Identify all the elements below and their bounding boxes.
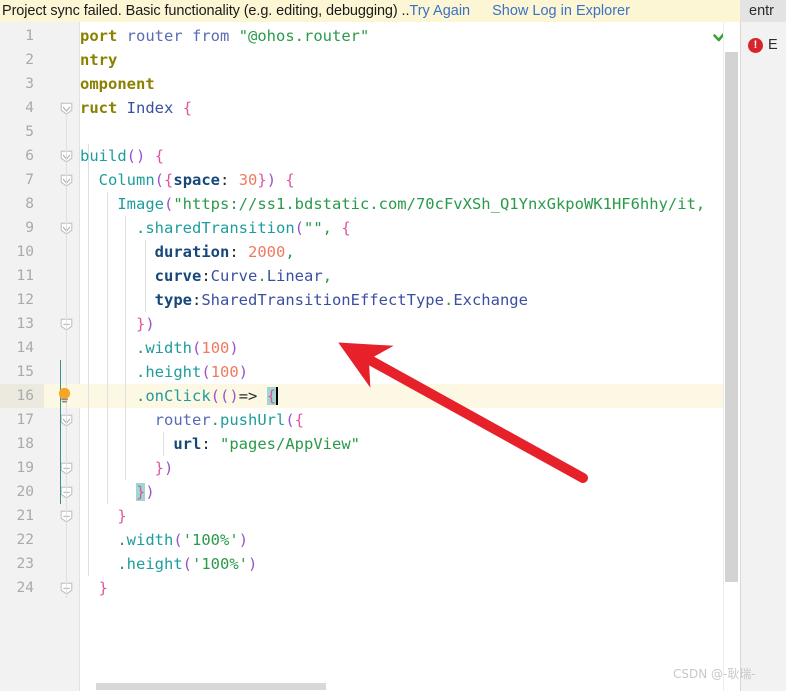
code-line[interactable]: .onClick(()=> { [80,384,277,408]
line-number: 10 [16,244,34,260]
line-number: 16 [16,388,34,404]
code-line[interactable]: }) [80,312,155,336]
horizontal-scrollbar-thumb[interactable] [96,683,326,690]
line-number: 13 [16,316,34,332]
code-line[interactable]: } [80,576,108,600]
code-line[interactable]: .width(100) [80,336,239,360]
code-line[interactable]: ruct Index { [80,96,192,120]
problem-entry-row[interactable]: ! E [741,34,786,56]
problem-entry-label: E [768,37,778,53]
line-number: 22 [16,532,34,548]
code-line[interactable]: Image("https://ss1.bdstatic.com/70cFvXSh… [80,192,705,216]
line-number: 1 [25,28,34,44]
right-panel-tab[interactable]: entr [740,0,786,22]
intention-bulb-icon[interactable] [56,387,73,404]
line-number: 12 [16,292,34,308]
line-number: 3 [25,76,34,92]
code-line[interactable]: .width('100%') [80,528,248,552]
code-line[interactable]: url: "pages/AppView" [80,432,360,456]
code-line[interactable]: duration: 2000, [80,240,295,264]
code-line[interactable]: Column({space: 30}) { [80,168,295,192]
vertical-scrollbar-thumb[interactable] [725,52,738,582]
line-number: 18 [16,436,34,452]
line-number: 15 [16,364,34,380]
right-panel-tab-label: entr [749,3,774,19]
code-line[interactable]: }) [80,480,155,504]
line-number: 4 [25,100,34,116]
line-number: 19 [16,460,34,476]
csdn-watermark: CSDN @-耿瑞- [673,667,756,681]
line-number: 5 [25,124,34,140]
error-icon: ! [748,37,763,53]
banner-message: Project sync failed. Basic functionality… [2,3,410,19]
line-number: 17 [16,412,34,428]
code-line[interactable]: }) [80,456,174,480]
code-line[interactable]: } [80,504,126,528]
right-panel-body: ! E [740,22,786,691]
show-log-in-explorer-link[interactable]: Show Log in Explorer [492,3,630,19]
code-line[interactable]: build() { [80,144,164,168]
code-line[interactable]: type:SharedTransitionEffectType.Exchange [80,288,528,312]
indent-guide [60,360,61,504]
code-line[interactable]: .sharedTransition("", { [80,216,351,240]
try-again-link[interactable]: Try Again [409,3,470,19]
code-line[interactable]: .height(100) [80,360,248,384]
line-number: 11 [16,268,34,284]
code-text-area[interactable]: port router from "@ohos.router" ntry ompon… [80,22,740,691]
line-number: 23 [16,556,34,572]
code-line[interactable]: router.pushUrl({ [80,408,304,432]
code-editor[interactable]: 1 2 3 4 5 6 7 8 9 10 11 12 13 14 15 16 17 18 19 20 21 22 23 24 … [0,22,740,691]
line-number: 2 [25,52,34,68]
line-number: 20 [16,484,34,500]
line-number: 8 [25,196,34,212]
code-line[interactable]: ntry [80,48,117,72]
code-line[interactable]: port router from "@ohos.router" [80,24,369,48]
line-number: 9 [25,220,34,236]
code-line[interactable]: .height('100%') [80,552,257,576]
right-tool-panel: entr ! E [740,0,786,691]
sync-failed-banner: Project sync failed. Basic functionality… [0,0,740,22]
line-number: 7 [25,172,34,188]
line-number: 21 [16,508,34,524]
code-line[interactable]: curve:Curve.Linear, [80,264,332,288]
line-number: 6 [25,148,34,164]
line-number: 14 [16,340,34,356]
fold-connector-line [66,162,67,510]
text-caret [275,387,278,405]
line-number: 24 [16,580,34,596]
code-line[interactable]: omponent [80,72,155,96]
